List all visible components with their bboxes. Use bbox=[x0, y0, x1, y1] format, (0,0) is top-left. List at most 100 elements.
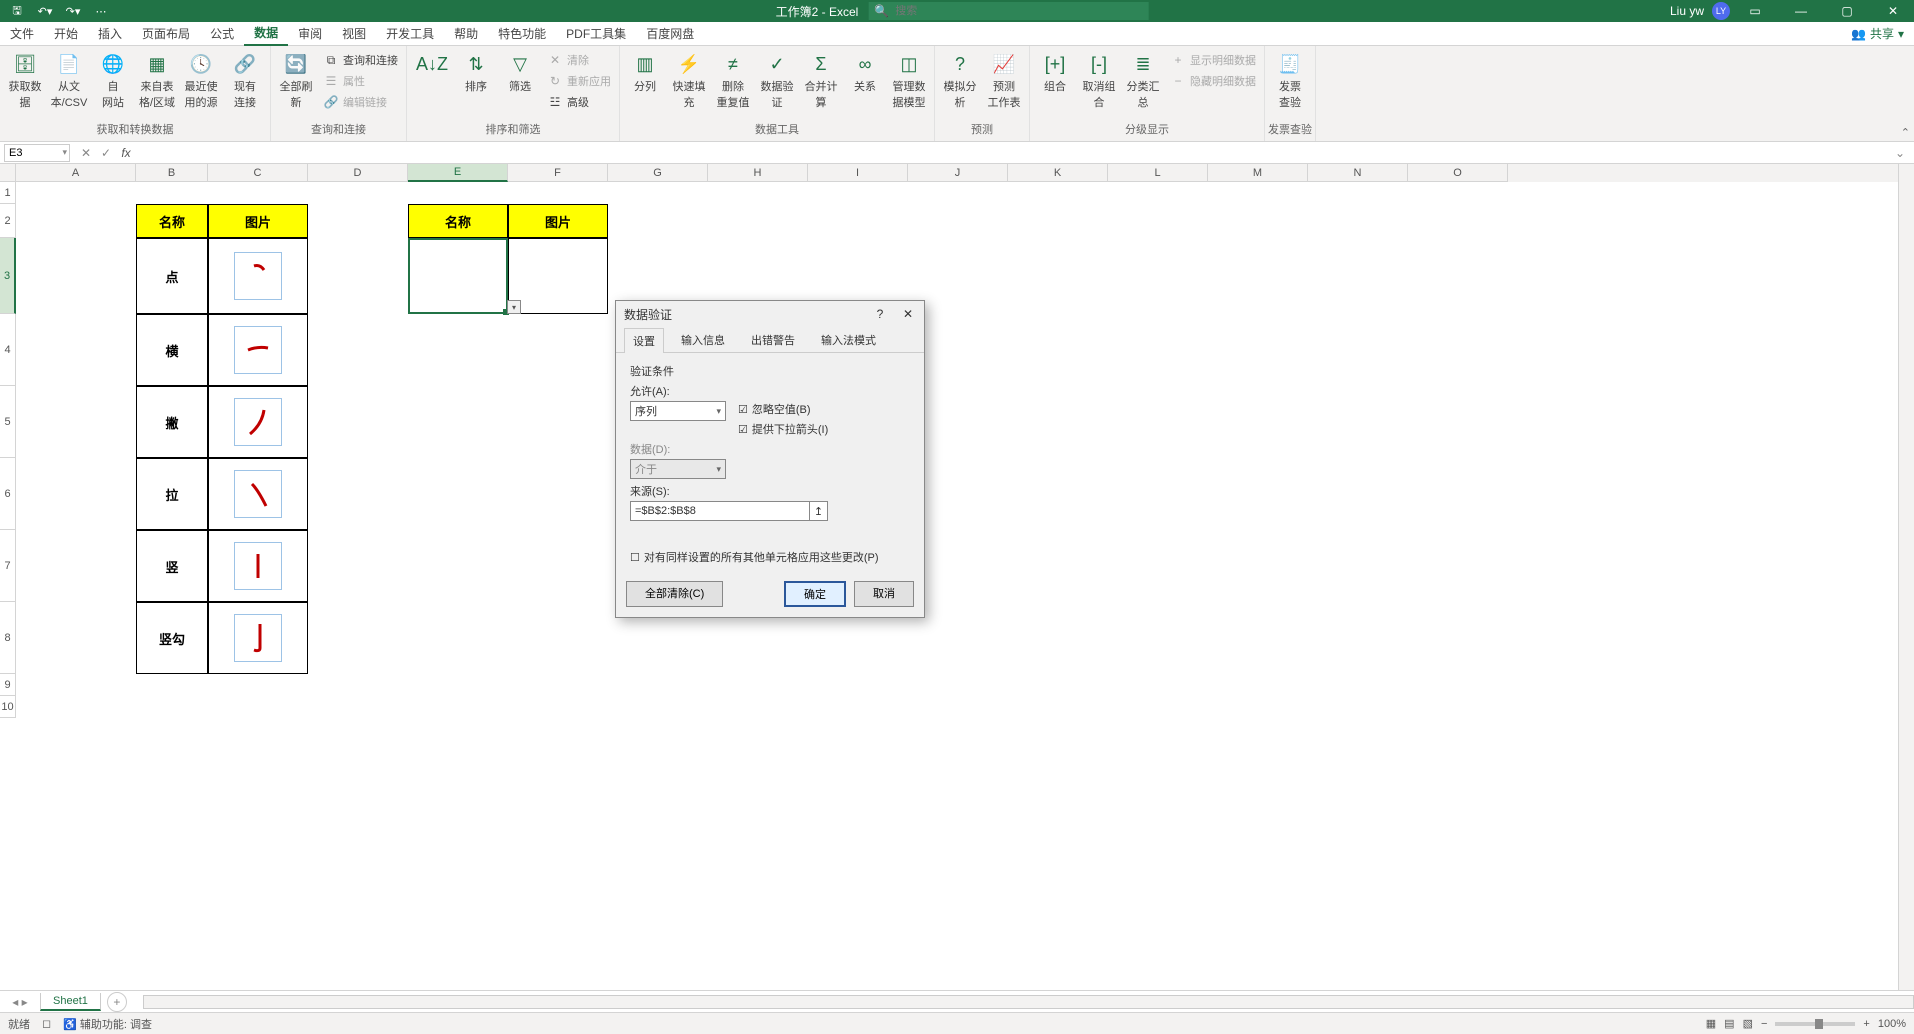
cell[interactable]: 横 bbox=[136, 314, 208, 386]
save-button[interactable]: 🖫 bbox=[6, 1, 28, 21]
ribbon-button[interactable]: A↓Z bbox=[411, 50, 453, 80]
redo-button[interactable]: ↷▾ bbox=[62, 1, 84, 21]
ribbon-button[interactable]: ≠删除重复值 bbox=[712, 50, 754, 112]
formula-input[interactable] bbox=[136, 147, 1910, 159]
ribbon-button[interactable]: ?模拟分析 bbox=[939, 50, 981, 112]
cell[interactable]: 竖勾 bbox=[136, 602, 208, 674]
ribbon-button[interactable]: ▥分列 bbox=[624, 50, 666, 96]
share-button[interactable]: 👥 共享 ▾ bbox=[1841, 25, 1914, 42]
ribbon-button[interactable]: ⇅排序 bbox=[455, 50, 497, 96]
cell[interactable]: 名称 bbox=[136, 204, 208, 238]
view-pagebreak-button[interactable]: ▧ bbox=[1743, 1017, 1753, 1030]
dropdown-arrow-checkbox[interactable]: ☑ 提供下拉箭头(I) bbox=[738, 421, 828, 437]
ribbon-button[interactable]: 🕓最近使用的源 bbox=[180, 50, 222, 112]
row-header[interactable]: 2 bbox=[0, 204, 16, 238]
column-header[interactable]: G bbox=[608, 164, 708, 182]
minimize-button[interactable]: — bbox=[1780, 0, 1822, 22]
column-header[interactable]: C bbox=[208, 164, 308, 182]
column-header[interactable]: J bbox=[908, 164, 1008, 182]
clear-all-button[interactable]: 全部清除(C) bbox=[626, 581, 723, 607]
row-header[interactable]: 5 bbox=[0, 386, 16, 458]
ribbon-button[interactable]: 📄从文本/CSV bbox=[48, 50, 90, 112]
column-header[interactable]: O bbox=[1408, 164, 1508, 182]
dialog-tab[interactable]: 输入信息 bbox=[672, 327, 734, 352]
cell[interactable]: 竖 bbox=[136, 530, 208, 602]
allow-select[interactable]: 序列 bbox=[630, 401, 726, 421]
ribbon-tab[interactable]: 页面布局 bbox=[132, 22, 200, 46]
ribbon-tab[interactable]: 插入 bbox=[88, 22, 132, 46]
ribbon-display-options[interactable]: ▭ bbox=[1734, 0, 1776, 22]
cell[interactable]: 名称 bbox=[408, 204, 508, 238]
macro-record-icon[interactable]: ◻ bbox=[42, 1017, 51, 1030]
ribbon-button[interactable]: 🔄全部刷新 bbox=[275, 50, 317, 112]
cell[interactable]: 拉 bbox=[136, 458, 208, 530]
dialog-tab[interactable]: 设置 bbox=[624, 328, 664, 353]
dropdown-handle[interactable]: ▾ bbox=[507, 300, 521, 314]
row-header[interactable]: 1 bbox=[0, 182, 16, 204]
dialog-help-button[interactable]: ? bbox=[870, 307, 890, 321]
ribbon-tab[interactable]: 审阅 bbox=[288, 22, 332, 46]
column-header[interactable]: M bbox=[1208, 164, 1308, 182]
sheet-tab[interactable]: Sheet1 bbox=[40, 993, 101, 1011]
ribbon-button-small[interactable]: ☳高级 bbox=[543, 92, 615, 112]
ribbon-button[interactable]: [-]取消组合 bbox=[1078, 50, 1120, 112]
view-pagelayout-button[interactable]: ▤ bbox=[1724, 1017, 1734, 1030]
enter-formula-button[interactable]: ✓ bbox=[96, 146, 116, 160]
ribbon-tab[interactable]: PDF工具集 bbox=[556, 22, 636, 46]
ribbon-button[interactable]: 🧾发票查验 bbox=[1269, 50, 1311, 112]
cancel-formula-button[interactable]: ✕ bbox=[76, 146, 96, 160]
view-normal-button[interactable]: ▦ bbox=[1706, 1017, 1716, 1030]
collapse-ribbon-button[interactable]: ⌃ bbox=[1901, 126, 1910, 139]
row-header[interactable]: 9 bbox=[0, 674, 16, 696]
ribbon-tab[interactable]: 百度网盘 bbox=[636, 22, 704, 46]
column-header[interactable]: A bbox=[16, 164, 136, 182]
column-header[interactable]: K bbox=[1008, 164, 1108, 182]
dialog-titlebar[interactable]: 数据验证 ? ✕ bbox=[616, 301, 924, 327]
zoom-level[interactable]: 100% bbox=[1878, 1018, 1906, 1030]
horizontal-scrollbar[interactable] bbox=[143, 995, 1914, 1009]
user-avatar[interactable]: LY bbox=[1712, 2, 1730, 20]
ribbon-button[interactable]: ◫管理数据模型 bbox=[888, 50, 930, 112]
cell[interactable] bbox=[208, 238, 308, 314]
dialog-tab[interactable]: 输入法模式 bbox=[812, 327, 885, 352]
cell[interactable]: 图片 bbox=[508, 204, 608, 238]
cell[interactable]: 图片 bbox=[208, 204, 308, 238]
user-name[interactable]: Liu yw bbox=[1666, 4, 1708, 18]
add-sheet-button[interactable]: + bbox=[107, 992, 127, 1012]
ribbon-tab[interactable]: 文件 bbox=[0, 22, 44, 46]
search-box[interactable]: 🔍 bbox=[868, 2, 1148, 20]
column-header[interactable]: I bbox=[808, 164, 908, 182]
cell[interactable] bbox=[208, 386, 308, 458]
dialog-tab[interactable]: 出错警告 bbox=[742, 327, 804, 352]
column-header[interactable]: D bbox=[308, 164, 408, 182]
row-header[interactable]: 6 bbox=[0, 458, 16, 530]
range-picker-button[interactable]: ↥ bbox=[810, 501, 828, 521]
ribbon-tab[interactable]: 开发工具 bbox=[376, 22, 444, 46]
dialog-close-button[interactable]: ✕ bbox=[898, 307, 918, 321]
row-header[interactable]: 4 bbox=[0, 314, 16, 386]
cell[interactable] bbox=[208, 602, 308, 674]
ribbon-button[interactable]: 🔗现有连接 bbox=[224, 50, 266, 112]
zoom-in-button[interactable]: + bbox=[1863, 1018, 1869, 1030]
cell[interactable] bbox=[208, 530, 308, 602]
column-header[interactable]: H bbox=[708, 164, 808, 182]
fx-button[interactable]: fx bbox=[116, 146, 136, 160]
sheet-nav-buttons[interactable]: ◂ ▸ bbox=[0, 995, 40, 1009]
maximize-button[interactable]: ▢ bbox=[1826, 0, 1868, 22]
zoom-slider[interactable] bbox=[1775, 1022, 1855, 1026]
column-header[interactable]: N bbox=[1308, 164, 1408, 182]
row-header[interactable]: 8 bbox=[0, 602, 16, 674]
search-input[interactable] bbox=[895, 5, 1142, 17]
spreadsheet-grid[interactable]: ABCDEFGHIJKLMNO 12345678910 名称图片点横撇拉竖竖勾名… bbox=[0, 164, 1914, 990]
source-input[interactable]: =$B$2:$B$8 bbox=[630, 501, 810, 521]
close-button[interactable]: ✕ bbox=[1872, 0, 1914, 22]
name-box[interactable]: E3 bbox=[4, 144, 70, 162]
zoom-out-button[interactable]: − bbox=[1761, 1018, 1767, 1030]
apply-others-checkbox[interactable]: ☐ 对有同样设置的所有其他单元格应用这些更改(P) bbox=[630, 549, 910, 565]
ribbon-tab[interactable]: 公式 bbox=[200, 22, 244, 46]
ribbon-button[interactable]: ▦来自表格/区域 bbox=[136, 50, 178, 112]
ribbon-tab[interactable]: 数据 bbox=[244, 22, 288, 46]
vertical-scrollbar[interactable] bbox=[1898, 164, 1914, 990]
ribbon-button[interactable]: 📈预测工作表 bbox=[983, 50, 1025, 112]
row-header[interactable]: 10 bbox=[0, 696, 16, 718]
